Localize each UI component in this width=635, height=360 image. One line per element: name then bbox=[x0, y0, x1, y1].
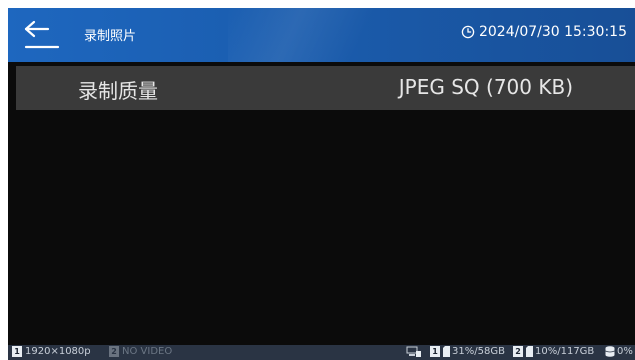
header-bar: 录制照片 2024/07/30 15:30:15 bbox=[8, 8, 635, 62]
setting-row-record-quality[interactable]: 录制质量 JPEG SQ (700 KB) bbox=[16, 66, 635, 110]
storage2-text: 10%/117GB bbox=[535, 346, 595, 357]
setting-label: 录制质量 bbox=[78, 79, 158, 103]
input2-text: NO VIDEO bbox=[122, 346, 173, 357]
header-decoration bbox=[228, 8, 388, 62]
storage1-text: 31%/58GB bbox=[452, 346, 505, 357]
setting-value: JPEG SQ (700 KB) bbox=[398, 75, 573, 99]
storage2-status: 2 10%/117GB bbox=[513, 346, 594, 357]
page-title: 录制照片 bbox=[84, 29, 137, 44]
input1-status: 1 1920×1080p bbox=[12, 346, 91, 357]
network-icon bbox=[406, 346, 421, 357]
datetime-text: 2024/07/30 15:30:15 bbox=[478, 24, 627, 40]
back-arrow-icon bbox=[24, 20, 60, 49]
clock-icon bbox=[461, 25, 475, 39]
storage3-status: 0% bbox=[605, 346, 633, 357]
input1-badge: 1 bbox=[12, 346, 22, 357]
database-icon bbox=[605, 346, 615, 357]
back-button[interactable] bbox=[22, 18, 62, 52]
storage3-text: 0% bbox=[617, 346, 633, 357]
storage2-badge: 2 bbox=[513, 346, 523, 357]
input2-status: 2 NO VIDEO bbox=[109, 346, 172, 357]
sd-card-icon bbox=[443, 346, 450, 357]
storage1-badge: 1 bbox=[430, 346, 440, 357]
network-status bbox=[406, 346, 422, 358]
input2-badge: 2 bbox=[109, 346, 119, 357]
sd-card-icon bbox=[526, 346, 533, 357]
datetime-display: 2024/07/30 15:30:15 bbox=[461, 24, 627, 40]
status-bar: 1 1920×1080p 2 NO VIDEO 1 31%/58GB 2 10%… bbox=[8, 345, 635, 360]
input1-resolution: 1920×1080p bbox=[25, 346, 91, 357]
storage1-status: 1 31%/58GB bbox=[430, 346, 505, 357]
device-screen: 录制照片 2024/07/30 15:30:15 录制质量 JPEG SQ (7… bbox=[8, 8, 635, 360]
